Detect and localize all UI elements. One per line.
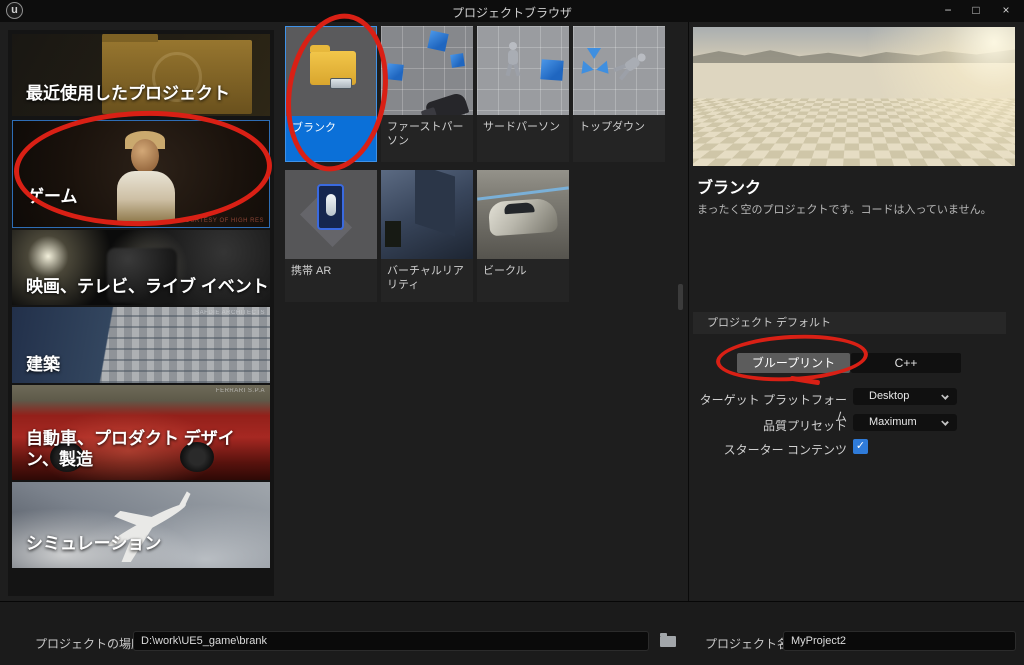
portrait-head bbox=[131, 139, 159, 173]
games-thumbnail bbox=[13, 121, 269, 227]
yellow-folder-icon bbox=[310, 51, 356, 85]
detail-description: まったく空のプロジェクトです。コードは入っていません。 bbox=[697, 201, 1013, 217]
project-name-label: プロジェクト名 bbox=[705, 635, 789, 652]
attribution-text: FERRARI S.P.A bbox=[216, 388, 265, 394]
template-third-person[interactable]: サードパーソン bbox=[477, 26, 569, 162]
mannequin-figure bbox=[614, 50, 649, 79]
detail-title: ブランク bbox=[697, 174, 761, 198]
template-virtual-reality[interactable]: バーチャルリアリティ bbox=[381, 170, 473, 302]
panel-divider bbox=[688, 22, 689, 601]
quality-preset-dropdown[interactable]: Maximum bbox=[853, 414, 957, 431]
attribution-text: SAFDIE ARCHITECTS bbox=[195, 310, 265, 316]
blue-cube bbox=[386, 63, 404, 81]
close-button[interactable]: × bbox=[996, 2, 1016, 20]
template-label: トップダウン bbox=[573, 115, 665, 162]
dropdown-value: Desktop bbox=[869, 390, 909, 402]
chevron-down-icon bbox=[941, 418, 949, 426]
template-label: ビークル bbox=[477, 259, 569, 302]
sidebar-item-film-tv-live-events[interactable]: 映画、テレビ、ライブ イベント bbox=[12, 230, 270, 305]
blue-cube bbox=[450, 53, 465, 68]
project-defaults-header: プロジェクト デフォルト bbox=[693, 312, 1006, 334]
template-first-person[interactable]: ファーストパーソン bbox=[381, 26, 473, 162]
quality-preset-label: 品質プリセット bbox=[693, 417, 847, 434]
minimize-button[interactable]: − bbox=[938, 2, 958, 20]
sidebar-item-recent-projects[interactable]: 最近使用したプロジェクト bbox=[12, 34, 270, 116]
template-label: サードパーソン bbox=[477, 115, 569, 162]
blueprint-button[interactable]: ブループリント bbox=[737, 353, 850, 373]
blue-arrow-icon bbox=[587, 48, 601, 59]
portrait-scarf bbox=[117, 171, 175, 223]
folder-icon bbox=[660, 636, 676, 647]
template-blank[interactable]: ブランク bbox=[285, 26, 377, 162]
handheld-ar-thumbnail bbox=[285, 170, 377, 259]
mannequin-figure bbox=[507, 42, 519, 76]
vehicle-thumbnail bbox=[477, 170, 569, 259]
silver-car bbox=[488, 198, 558, 237]
template-top-down[interactable]: トップダウン bbox=[573, 26, 665, 162]
unreal-engine-logo-icon: u bbox=[6, 2, 23, 19]
track-edge bbox=[477, 186, 569, 200]
starter-content-checkbox[interactable]: ✓ bbox=[853, 439, 868, 454]
browse-folder-button[interactable] bbox=[659, 633, 679, 649]
sidebar-item-automotive-product-design[interactable]: 自動車、プロダクト デザイン、製造 FERRARI S.P.A bbox=[12, 385, 270, 480]
sidebar-item-games[interactable]: ゲーム COURTESY OF HIGH RES bbox=[12, 120, 270, 228]
template-label: ファーストパーソン bbox=[381, 115, 473, 162]
simulation-thumbnail bbox=[12, 482, 270, 568]
category-sidebar: 最近使用したプロジェクト ゲーム COURTESY OF HIGH RES 映画… bbox=[8, 30, 274, 596]
template-preview-image bbox=[693, 27, 1015, 166]
template-label: バーチャルリアリティ bbox=[381, 259, 473, 302]
blue-cube bbox=[427, 30, 448, 51]
templates-scrollbar[interactable] bbox=[678, 284, 683, 310]
maximize-button[interactable]: □ bbox=[966, 2, 986, 20]
template-handheld-ar[interactable]: 携帯 AR bbox=[285, 170, 377, 302]
project-location-label: プロジェクトの場所 bbox=[35, 635, 143, 652]
sun-glow bbox=[806, 27, 1015, 166]
blue-cube bbox=[540, 59, 563, 80]
vr-wall bbox=[415, 170, 455, 236]
sidebar-item-architecture[interactable]: 建築 SAFDIE ARCHITECTS bbox=[12, 307, 270, 383]
blue-arrow-icon bbox=[576, 61, 594, 78]
dropdown-value: Maximum bbox=[869, 416, 917, 428]
template-label: ブランク bbox=[286, 116, 376, 161]
sidebar-item-label: 最近使用したプロジェクト bbox=[26, 83, 230, 104]
blue-arrow-icon bbox=[596, 61, 614, 78]
blank-template-thumbnail bbox=[286, 27, 376, 116]
template-label: 携帯 AR bbox=[285, 259, 377, 302]
first-person-thumbnail bbox=[381, 26, 473, 115]
sidebar-item-label: ゲーム bbox=[27, 186, 78, 207]
project-name-input[interactable] bbox=[783, 631, 1016, 651]
sidebar-item-label: 自動車、プロダクト デザイン、製造 bbox=[26, 428, 251, 471]
titlebar: u プロジェクトブラウザ − □ × bbox=[0, 0, 1024, 22]
sidebar-item-label: 建築 bbox=[26, 354, 60, 375]
gun-silhouette bbox=[425, 91, 470, 115]
starter-content-label: スターター コンテンツ bbox=[693, 441, 847, 458]
top-down-thumbnail bbox=[573, 26, 665, 115]
chevron-down-icon bbox=[941, 392, 949, 400]
vr-crate bbox=[385, 221, 401, 247]
check-icon: ✓ bbox=[856, 440, 865, 452]
annotation-tail-blueprint bbox=[790, 376, 820, 386]
attribution-text: COURTESY OF HIGH RES bbox=[180, 218, 264, 224]
virtual-reality-thumbnail bbox=[381, 170, 473, 259]
footer-bar: プロジェクトの場所 プロジェクト名 bbox=[0, 601, 1024, 665]
template-vehicle[interactable]: ビークル bbox=[477, 170, 569, 302]
phone-icon bbox=[317, 184, 344, 230]
cpp-button[interactable]: C++ bbox=[851, 353, 961, 373]
sidebar-item-label: 映画、テレビ、ライブ イベント bbox=[26, 276, 269, 297]
capsule-shape bbox=[326, 194, 336, 216]
project-location-input[interactable] bbox=[133, 631, 649, 651]
window-title: プロジェクトブラウザ bbox=[452, 4, 572, 21]
sidebar-item-simulation[interactable]: シミュレーション bbox=[12, 482, 270, 568]
third-person-thumbnail bbox=[477, 26, 569, 115]
sidebar-item-label: シミュレーション bbox=[26, 533, 161, 554]
target-platform-dropdown[interactable]: Desktop bbox=[853, 388, 957, 405]
